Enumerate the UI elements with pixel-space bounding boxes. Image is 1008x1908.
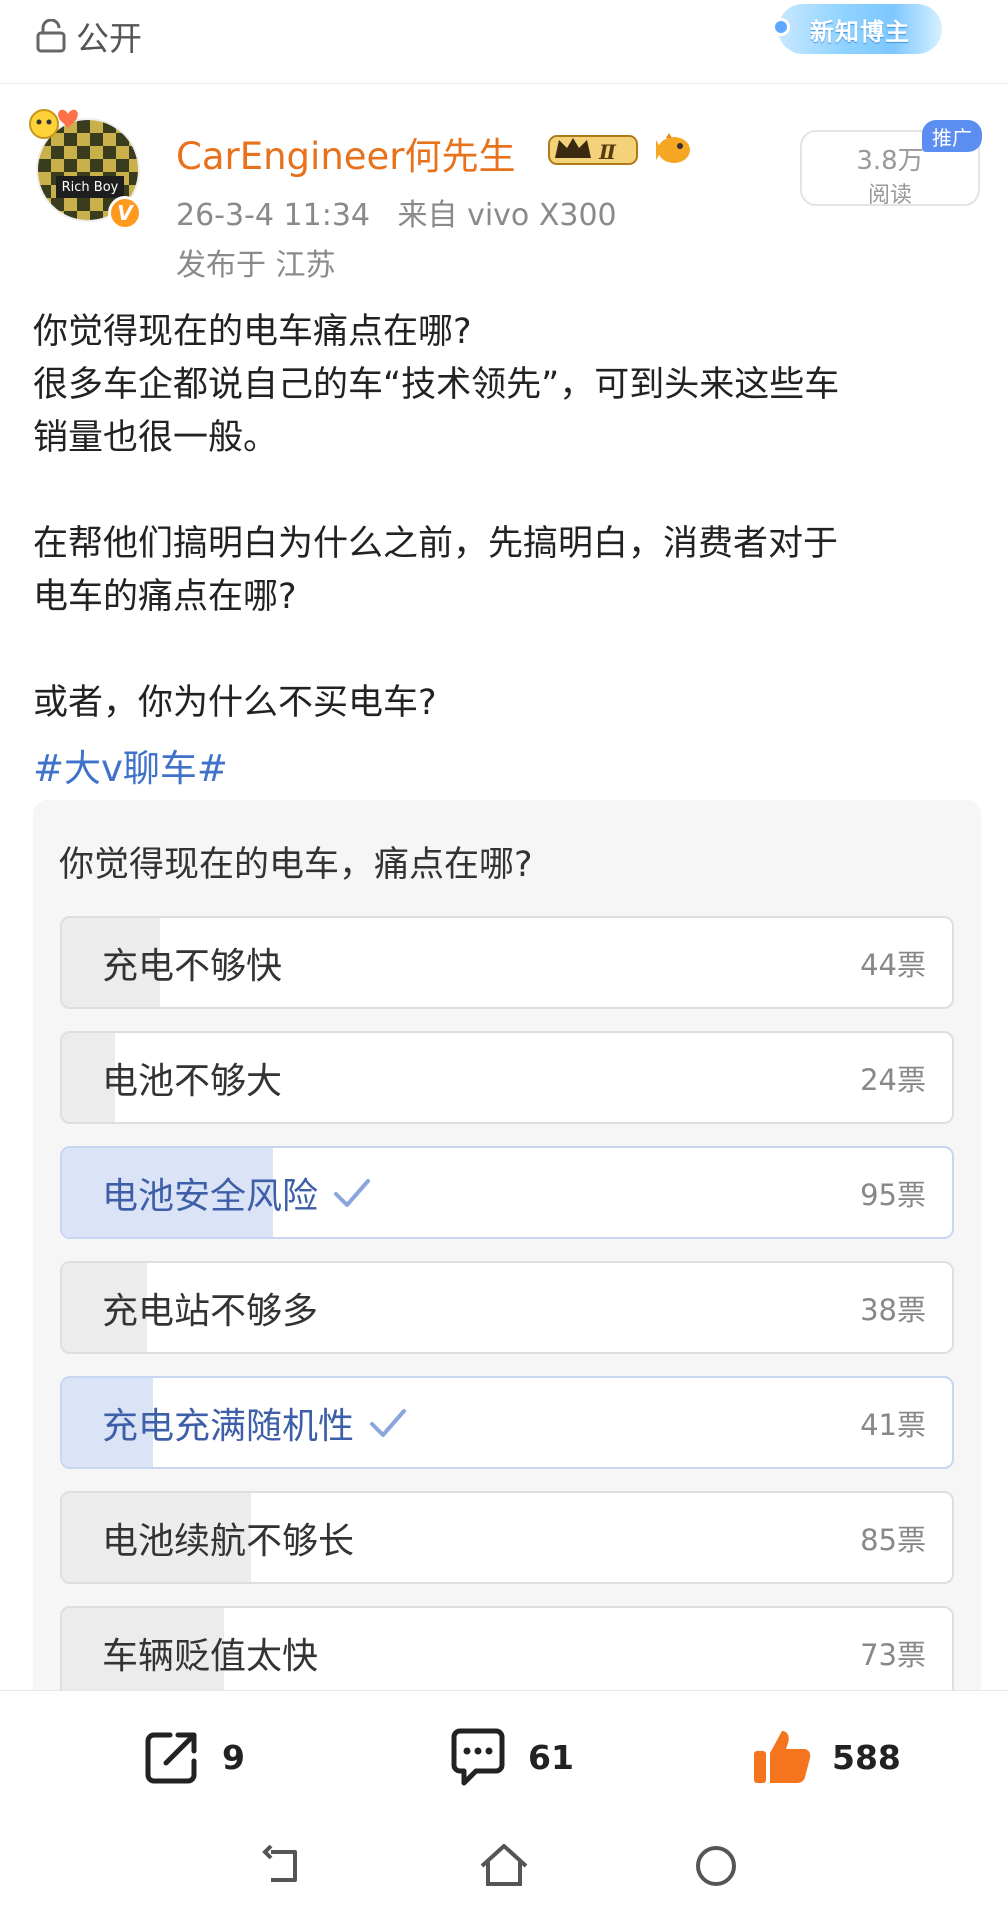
poll-option-votes: 85票 <box>860 1522 926 1557</box>
comment-count: 61 <box>528 1737 574 1777</box>
poll-option-votes: 44票 <box>860 947 926 982</box>
comment-icon <box>451 1728 505 1786</box>
poll-option[interactable]: 电池不够大 24票 <box>60 1031 954 1124</box>
post-date: 26-3-4 11:34 <box>176 198 370 233</box>
promo-tag[interactable]: 推广 <box>922 120 982 152</box>
like-button[interactable]: 588 <box>750 1725 901 1789</box>
post-meta: 26-3-4 11:34 来自 vivo X300 <box>176 190 617 234</box>
share-count: 9 <box>222 1737 245 1777</box>
comment-button[interactable]: 61 <box>446 1725 574 1789</box>
fish-icon <box>656 133 690 163</box>
back-icon[interactable] <box>255 1838 311 1894</box>
poll-option-label: 充电不够快 <box>102 945 283 987</box>
poll-option-label-row: 电池续航不够长 <box>102 1493 354 1582</box>
poll-option[interactable]: 充电不够快 44票 <box>60 916 954 1009</box>
poll-option-label-row: 电池安全风险 <box>102 1148 372 1237</box>
crown-badge-icon: Ⅱ <box>548 135 638 165</box>
visibility-indicator[interactable]: 公开 <box>36 14 142 58</box>
post-line: 销量也很一般。 <box>33 418 279 458</box>
post-line: 很多车企都说自己的车“技术领先”，可到头来这些车 <box>33 365 840 405</box>
new-blogger-badge[interactable]: 新知博主 <box>772 4 942 54</box>
poll-option-label: 电池不够大 <box>102 1060 283 1102</box>
post-line: 你觉得现在的电车痛点在哪? <box>33 312 472 352</box>
post-body: 你觉得现在的电车痛点在哪? 很多车企都说自己的车“技术领先”，可到头来这些车 销… <box>33 306 993 730</box>
poll-option-label: 充电站不够多 <box>102 1290 319 1332</box>
check-icon <box>334 1178 371 1207</box>
top-bar: 公开 新知博主 <box>0 0 1008 84</box>
poll-option[interactable]: 充电站不够多 38票 <box>60 1261 954 1354</box>
check-icon <box>370 1408 407 1437</box>
lock-icon <box>36 19 66 53</box>
post-line: 或者，你为什么不买电车? <box>33 683 437 723</box>
read-count-label: 阅读 <box>867 183 912 208</box>
home-icon[interactable] <box>476 1838 532 1894</box>
poll-option-label-row: 充电不够快 <box>102 918 282 1007</box>
badge-label: 新知博主 <box>810 17 910 46</box>
poll-option[interactable]: 车辆贬值太快 73票 <box>60 1606 954 1690</box>
avatar-pendant-icon <box>29 109 78 139</box>
avatar-text: Rich Boy <box>56 176 124 198</box>
poll-option-label-row: 充电充满随机性 <box>102 1378 408 1467</box>
badge-decoration-icon <box>772 18 790 36</box>
system-nav-bar <box>0 1820 1008 1908</box>
poll-option[interactable]: 电池安全风险 95票 <box>60 1146 954 1239</box>
poll-question: 你觉得现在的电车，痛点在哪? <box>59 845 533 885</box>
share-icon <box>145 1732 197 1784</box>
poll-option[interactable]: 电池续航不够长 85票 <box>60 1491 954 1584</box>
author-name[interactable]: CarEngineer何先生 <box>176 126 516 180</box>
visibility-label: 公开 <box>76 19 142 58</box>
poll-option-label-row: 充电站不够多 <box>102 1263 318 1352</box>
action-bar: 9 61 588 <box>0 1690 1008 1820</box>
poll-card: 你觉得现在的电车，痛点在哪? 充电不够快 44票电池不够大 24票电池安全风险 95票… <box>33 800 981 1690</box>
poll-option-votes: 95票 <box>860 1177 926 1212</box>
poll-option-label-row: 车辆贬值太快 <box>102 1608 318 1690</box>
poll-option-votes: 41票 <box>860 1407 926 1442</box>
hashtag-link[interactable]: #大v聊车# <box>33 738 228 792</box>
post-line: 电车的痛点在哪? <box>33 577 297 617</box>
poll-option-label: 电池安全风险 <box>102 1175 319 1217</box>
poll-option-votes: 24票 <box>860 1062 926 1097</box>
share-button[interactable]: 9 <box>140 1725 245 1789</box>
post-source: 来自 vivo X300 <box>397 198 617 233</box>
poll-option-label: 车辆贬值太快 <box>102 1635 319 1677</box>
verified-badge: V <box>108 196 142 230</box>
poll-option[interactable]: 充电充满随机性 41票 <box>60 1376 954 1469</box>
poll-option-label-row: 电池不够大 <box>102 1033 282 1122</box>
poll-option-votes: 73票 <box>860 1637 926 1672</box>
recent-icon[interactable] <box>688 1838 744 1894</box>
level-badge-text: Ⅱ <box>598 140 617 164</box>
like-icon <box>754 1731 811 1783</box>
poll-option-label: 电池续航不够长 <box>102 1520 355 1562</box>
post-line: 在帮他们搞明白为什么之前，先搞明白，消费者对于 <box>33 524 839 564</box>
poll-option-label: 充电充满随机性 <box>102 1405 355 1447</box>
poll-option-votes: 38票 <box>860 1292 926 1327</box>
like-count: 588 <box>832 1737 901 1777</box>
post-location: 发布于 江苏 <box>176 248 336 283</box>
